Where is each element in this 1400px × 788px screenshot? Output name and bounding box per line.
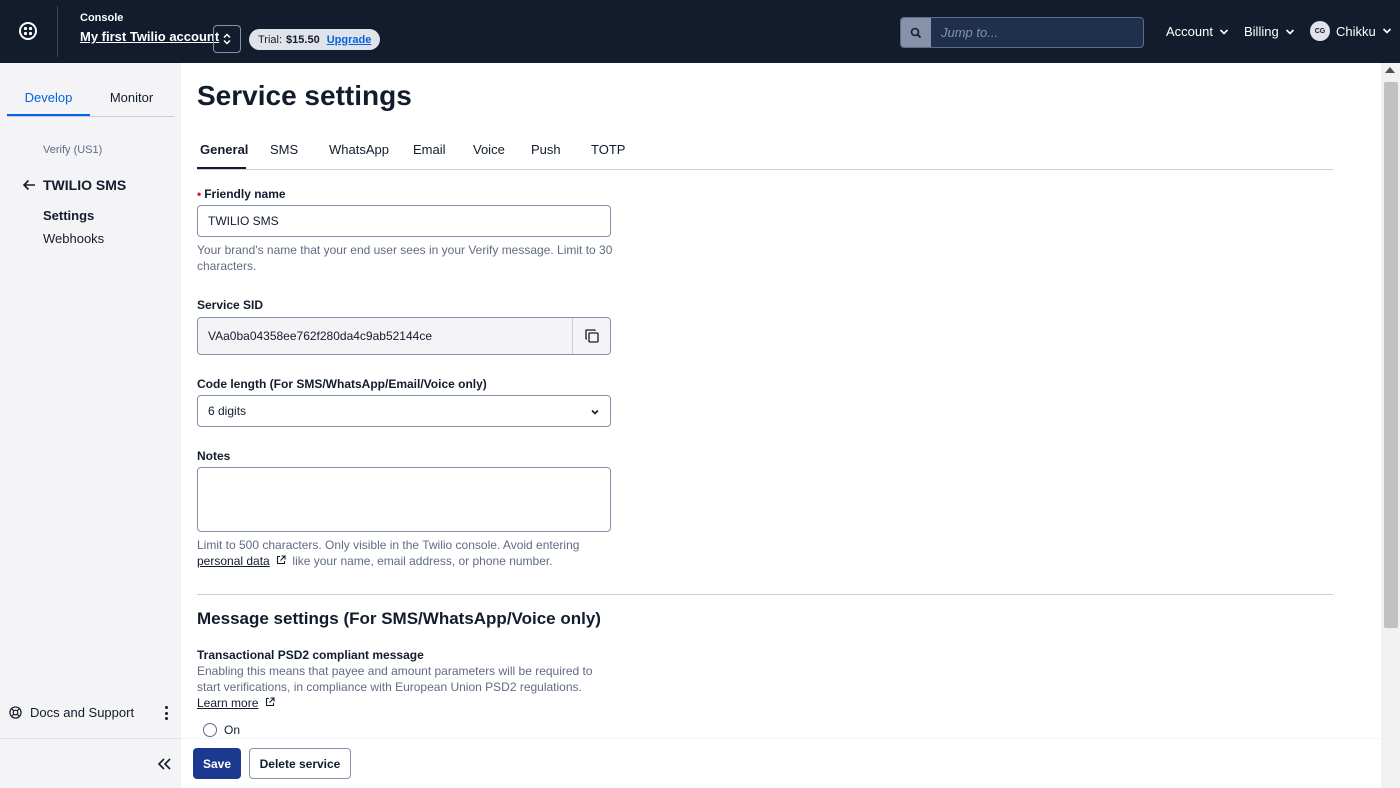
friendly-name-help: Your brand's name that your end user see… bbox=[197, 243, 613, 273]
trial-badge: Trial: $15.50 Upgrade bbox=[249, 29, 381, 50]
scrollbar-thumb[interactable] bbox=[1384, 82, 1398, 628]
chevron-down-icon bbox=[1219, 28, 1229, 35]
notes-help: Limit to 500 characters. Only visible in… bbox=[197, 537, 617, 569]
friendly-name-label-text: Friendly name bbox=[204, 187, 286, 201]
active-tab-indicator bbox=[197, 167, 246, 169]
radio-button[interactable] bbox=[203, 723, 217, 737]
tab-develop[interactable]: Develop bbox=[7, 79, 90, 116]
psd2-label: Transactional PSD2 compliant message bbox=[197, 648, 424, 662]
copy-icon[interactable] bbox=[572, 318, 610, 354]
radio-on-label: On bbox=[224, 723, 241, 737]
settings-tabs: General SMS WhatsApp Email Voice Push TO… bbox=[197, 132, 1333, 170]
collapse-sidebar-icon[interactable] bbox=[156, 757, 174, 773]
personal-data-link[interactable]: personal data bbox=[197, 554, 270, 568]
external-link-icon bbox=[265, 697, 275, 707]
trial-balance: $15.50 bbox=[286, 33, 320, 46]
external-link-icon bbox=[277, 555, 286, 565]
search-box bbox=[900, 17, 1144, 48]
account-menu[interactable]: Account bbox=[1166, 24, 1229, 39]
back-to-service-link[interactable]: TWILIO SMS bbox=[22, 177, 126, 193]
tab-email[interactable]: Email bbox=[413, 142, 446, 157]
delete-service-button[interactable]: Delete service bbox=[249, 748, 351, 779]
tab-general[interactable]: General bbox=[200, 142, 248, 157]
search-icon bbox=[901, 18, 931, 47]
sidebar-footer-divider bbox=[0, 738, 181, 739]
sidebar-item-webhooks[interactable]: Webhooks bbox=[43, 231, 104, 246]
message-settings-title: Message settings (For SMS/WhatsApp/Voice… bbox=[197, 609, 601, 628]
friendly-name-field[interactable]: TWILIO SMS bbox=[197, 205, 611, 237]
code-length-label: Code length (For SMS/WhatsApp/Email/Voic… bbox=[197, 377, 487, 391]
notes-help-text: Limit to 500 characters. Only visible in… bbox=[197, 538, 580, 552]
jump-to-search-input[interactable] bbox=[931, 18, 1143, 47]
scroll-up-arrow-icon[interactable] bbox=[1385, 67, 1395, 73]
service-sid-value: VAa0ba04358ee762f280da4c9ab52144ce bbox=[208, 329, 432, 343]
account-switcher-button[interactable] bbox=[213, 25, 241, 53]
docs-and-support-link[interactable]: Docs and Support bbox=[9, 705, 134, 720]
top-divider bbox=[57, 6, 58, 57]
billing-menu-label: Billing bbox=[1244, 24, 1279, 39]
docs-label: Docs and Support bbox=[30, 705, 135, 720]
tab-monitor[interactable]: Monitor bbox=[90, 79, 173, 116]
learn-more-link[interactable]: Learn more bbox=[197, 696, 258, 710]
chevron-down-icon bbox=[1382, 28, 1391, 34]
chevron-down-icon bbox=[1285, 28, 1294, 35]
chevron-updown-icon bbox=[223, 33, 231, 45]
tab-whatsapp[interactable]: WhatsApp bbox=[329, 142, 389, 157]
arrow-left-icon bbox=[22, 179, 35, 191]
code-length-value: 6 digits bbox=[208, 404, 247, 418]
psd2-on-option[interactable]: On bbox=[203, 723, 240, 737]
tab-push[interactable]: Push bbox=[531, 142, 561, 157]
sidebar-tabs: Develop Monitor bbox=[7, 79, 174, 117]
section-divider bbox=[197, 594, 1333, 595]
user-name: Chikku bbox=[1336, 23, 1376, 39]
save-button[interactable]: Save bbox=[193, 748, 241, 779]
upgrade-link[interactable]: Upgrade bbox=[327, 34, 372, 46]
friendly-name-label: • Friendly name bbox=[197, 187, 286, 201]
friendly-name-value: TWILIO SMS bbox=[208, 214, 279, 228]
chevron-down-icon bbox=[591, 409, 599, 415]
support-icon bbox=[9, 706, 22, 719]
more-options-icon[interactable] bbox=[160, 704, 172, 722]
service-name: TWILIO SMS bbox=[43, 177, 127, 193]
service-sid-field: VAa0ba04358ee762f280da4c9ab52144ce bbox=[197, 317, 611, 355]
required-indicator: • bbox=[197, 187, 202, 201]
billing-menu[interactable]: Billing bbox=[1244, 24, 1295, 39]
tab-sms[interactable]: SMS bbox=[270, 142, 298, 157]
psd2-help: Enabling this means that payee and amoun… bbox=[197, 663, 617, 711]
user-menu[interactable]: CG Chikku bbox=[1310, 21, 1392, 41]
twilio-logo-icon[interactable] bbox=[18, 21, 38, 41]
sidebar-breadcrumb[interactable]: Verify (US1) bbox=[43, 144, 102, 156]
trial-label: Trial: bbox=[258, 33, 283, 46]
tab-totp[interactable]: TOTP bbox=[591, 142, 625, 157]
tab-voice[interactable]: Voice bbox=[473, 142, 505, 157]
sidebar: Develop Monitor Verify (US1) TWILIO SMS … bbox=[0, 63, 181, 788]
console-label: Console bbox=[80, 12, 124, 24]
avatar: CG bbox=[1310, 21, 1330, 41]
account-name-link[interactable]: My first Twilio account bbox=[80, 29, 219, 44]
code-length-select[interactable]: 6 digits bbox=[197, 395, 611, 427]
page-title: Service settings bbox=[197, 80, 412, 111]
notes-label: Notes bbox=[197, 449, 231, 463]
action-footer bbox=[181, 738, 1381, 788]
account-menu-label: Account bbox=[1166, 24, 1213, 39]
top-bar: Console My first Twilio account Trial: $… bbox=[0, 0, 1400, 63]
notes-textarea[interactable] bbox=[197, 467, 611, 532]
notes-help-after: like your name, email address, or phone … bbox=[292, 554, 553, 568]
psd2-help-text: Enabling this means that payee and amoun… bbox=[197, 664, 593, 694]
service-sid-label: Service SID bbox=[197, 298, 264, 312]
sidebar-item-settings[interactable]: Settings bbox=[43, 208, 94, 223]
